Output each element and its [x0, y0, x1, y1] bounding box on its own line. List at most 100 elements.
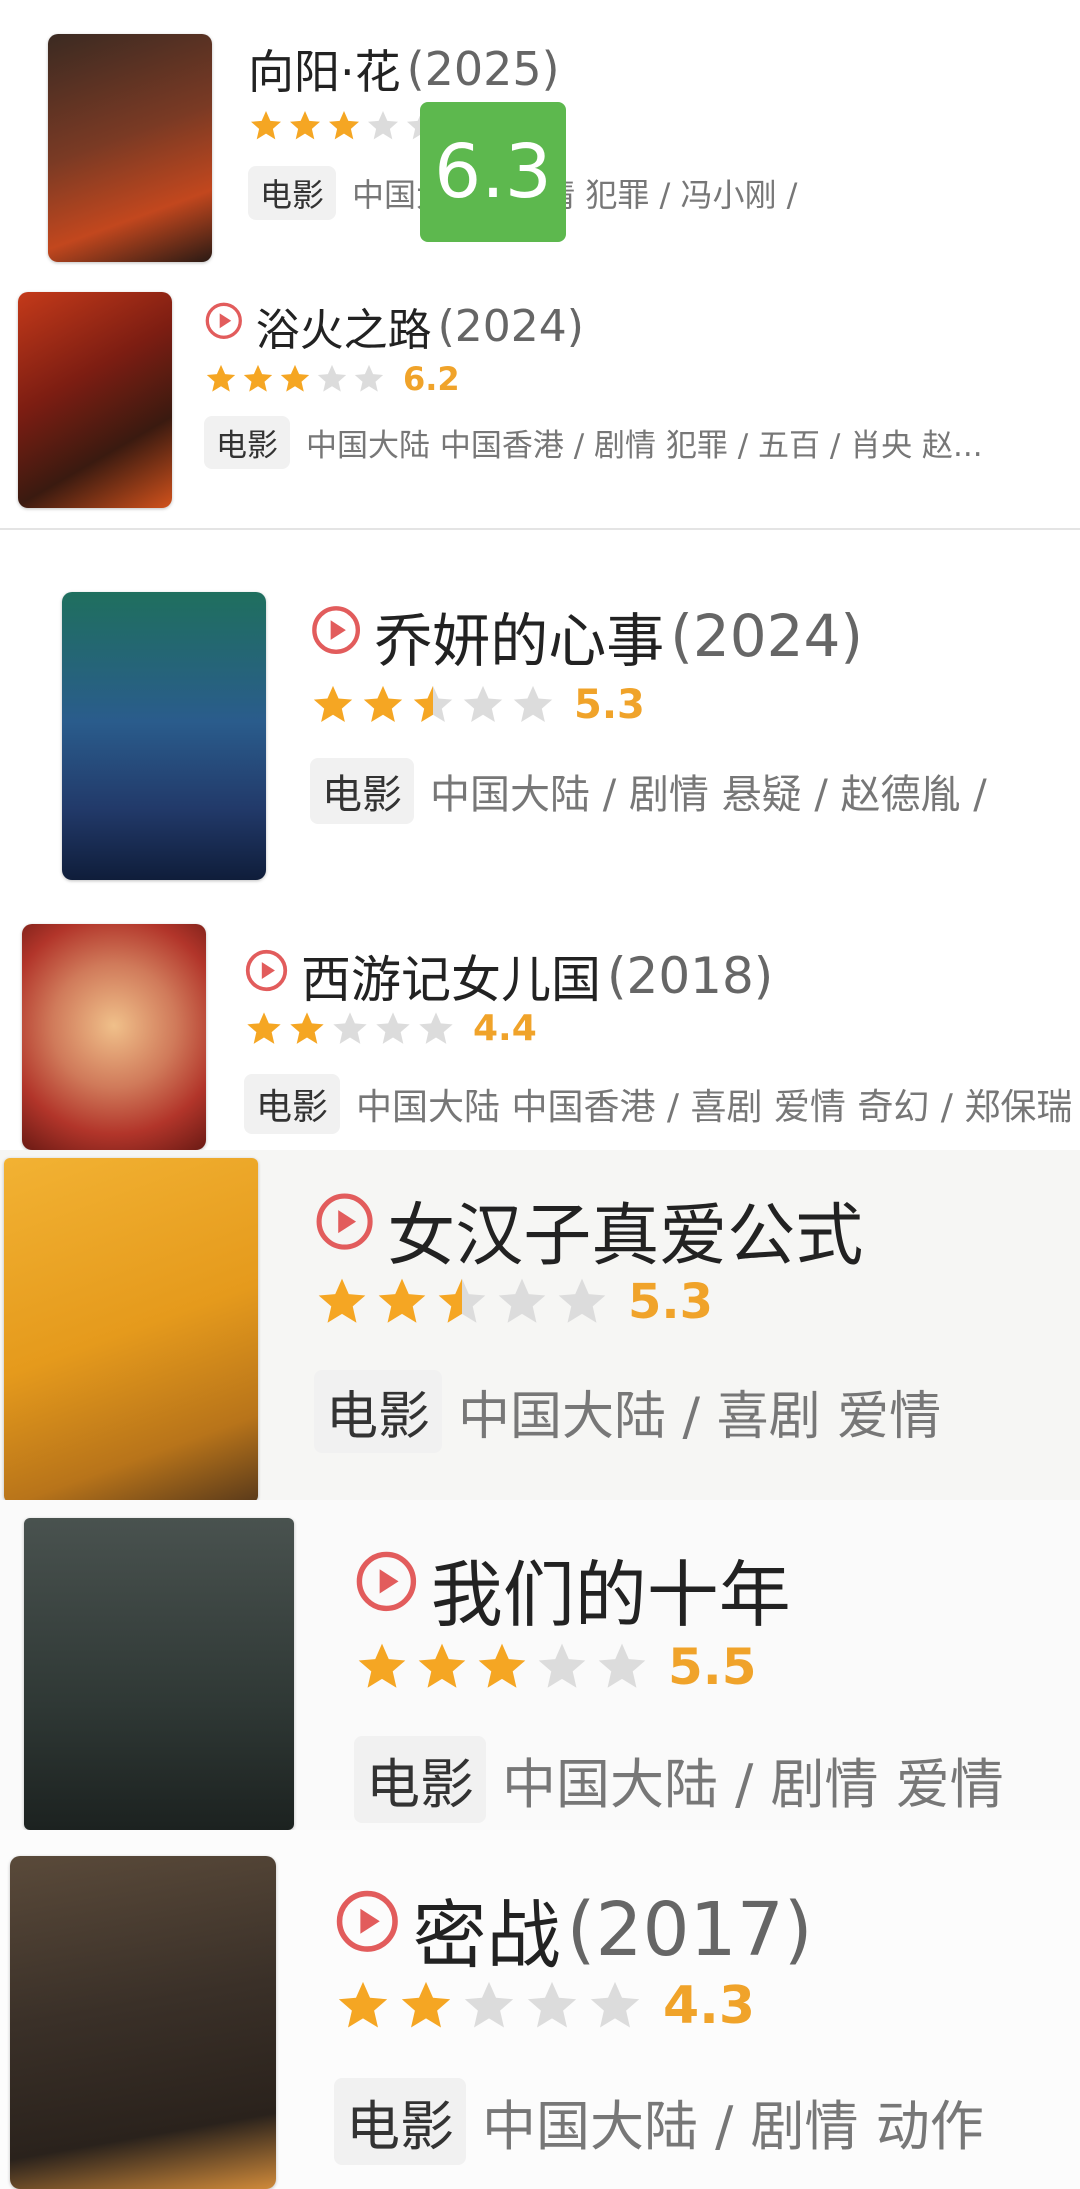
- play-icon[interactable]: [310, 602, 362, 670]
- star-icon: [419, 1011, 453, 1044]
- type-badge: 电影: [204, 416, 290, 469]
- rating-score: 5.3: [574, 682, 645, 728]
- type-badge: 电影: [244, 1074, 341, 1134]
- star-icon: [438, 1278, 486, 1323]
- rating-score: 6.2: [403, 360, 460, 398]
- movie-poster[interactable]: [22, 924, 206, 1150]
- star-icon: [368, 111, 398, 140]
- movie-year: (2017): [566, 1886, 813, 1973]
- rating-row: 5.3: [314, 1274, 713, 1330]
- star-icon: [243, 364, 273, 392]
- type-badge: 电影: [314, 1370, 443, 1453]
- movie-meta: 中国大陆 / 剧情 犯罪 / 冯小刚 /: [352, 176, 798, 214]
- section-divider: [0, 528, 1080, 530]
- movie-meta: 中国大陆 / 剧情 动作: [482, 2095, 984, 2158]
- movie-card[interactable]: 西游记女儿国 (2018) 4.4 电影 中国大陆 中国香港 / 喜剧 爱情 奇…: [0, 910, 1080, 1150]
- movie-meta-row: 电影 中国大陆 / 剧情 爱情: [354, 1736, 1004, 1823]
- star-icon: [401, 1981, 451, 2028]
- star-rating: [244, 1009, 459, 1049]
- star-icon: [513, 685, 553, 723]
- movie-poster[interactable]: [18, 292, 172, 508]
- type-badge: 电影: [248, 166, 337, 220]
- rating-score: 4.4: [473, 1008, 537, 1049]
- rating-row: 6.2: [204, 360, 460, 398]
- play-icon[interactable]: [244, 947, 289, 1005]
- play-icon[interactable]: [204, 301, 244, 352]
- movie-title-row[interactable]: 我们的十年: [354, 1536, 797, 1641]
- star-icon: [280, 364, 310, 392]
- movie-card[interactable]: 密战 (2017) 4.3 电影 中国大陆 / 剧情 动作: [0, 1830, 1080, 2189]
- movie-poster[interactable]: [24, 1518, 294, 1830]
- movie-title-row[interactable]: 乔妍的心事 (2024): [310, 594, 863, 678]
- movie-year: (2025): [406, 42, 560, 96]
- movie-year: (2024): [670, 602, 864, 670]
- movie-title: 乔妍的心事: [374, 607, 665, 675]
- movie-meta: 中国大陆 / 剧情 悬疑 / 赵德胤 /: [430, 772, 987, 818]
- movie-title: 向阳·花: [248, 45, 401, 99]
- movie-poster[interactable]: [10, 1856, 276, 2189]
- movie-poster[interactable]: [62, 592, 266, 880]
- star-icon: [313, 685, 353, 723]
- movie-poster[interactable]: [4, 1158, 258, 1500]
- movie-title: 我们的十年: [430, 1553, 791, 1637]
- star-icon: [251, 111, 281, 140]
- star-rating: [354, 1639, 654, 1695]
- movie-year: (2018): [607, 947, 774, 1005]
- star-icon: [413, 685, 453, 723]
- movie-title-row[interactable]: 西游记女儿国 (2018): [244, 940, 773, 1012]
- movie-meta-row: 电影 中国大陆 / 喜剧 爱情: [314, 1370, 941, 1453]
- movie-meta: 中国大陆 中国香港 / 喜剧 爱情 奇幻 / 郑保瑞: [356, 1087, 1073, 1128]
- movie-poster[interactable]: [48, 34, 212, 262]
- star-icon: [318, 1278, 366, 1323]
- rating-score: 5.3: [628, 1274, 714, 1330]
- movie-title: 女汉子真爱公式: [387, 1197, 864, 1276]
- star-rating: [248, 108, 443, 144]
- star-icon: [317, 364, 347, 392]
- star-icon: [463, 685, 503, 723]
- rating-row: 4.3: [334, 1976, 755, 2036]
- rating-row: 4.4: [244, 1008, 537, 1049]
- movie-title-row[interactable]: 密战 (2017): [334, 1876, 813, 1983]
- play-icon[interactable]: [334, 1887, 401, 1973]
- movie-title-row[interactable]: 女汉子真爱公式: [314, 1180, 869, 1279]
- movie-title-row[interactable]: 浴火之路 (2024): [204, 294, 584, 358]
- movie-card[interactable]: 我们的十年 5.5 电影 中国大陆 / 剧情 爱情: [0, 1500, 1080, 1830]
- star-rating: [310, 682, 560, 728]
- movie-meta: 中国大陆 / 喜剧 爱情: [458, 1387, 942, 1447]
- rating-row: 5.3: [310, 682, 645, 728]
- star-icon: [464, 1981, 514, 2028]
- star-icon: [329, 111, 359, 140]
- movie-meta: 中国大陆 中国香港 / 剧情 犯罪 / 五百 / 肖央 赵...: [306, 428, 983, 464]
- movie-meta-row: 电影 中国大陆 中国香港 / 剧情 犯罪 / 五百 / 肖央 赵...: [204, 416, 983, 469]
- type-badge: 电影: [310, 758, 414, 824]
- movie-meta: 中国大陆 / 剧情 爱情: [502, 1753, 1004, 1816]
- rating-score: 5.5: [668, 1638, 757, 1696]
- star-icon: [363, 685, 403, 723]
- star-icon: [354, 364, 384, 392]
- movie-title-row[interactable]: 向阳·花 (2025): [248, 36, 560, 102]
- star-icon: [498, 1278, 546, 1323]
- star-icon: [538, 1643, 586, 1688]
- star-icon: [590, 1981, 640, 2028]
- play-icon[interactable]: [354, 1547, 419, 1631]
- star-icon: [206, 364, 236, 392]
- star-icon: [478, 1643, 526, 1688]
- movie-card[interactable]: 浴火之路 (2024) 6.2 电影 中国大陆 中国香港 / 剧情 犯罪 / 五…: [0, 280, 1080, 530]
- star-icon: [376, 1011, 410, 1044]
- star-rating: [204, 362, 389, 396]
- rating-row: 5.5: [354, 1638, 757, 1696]
- play-icon[interactable]: [314, 1190, 375, 1269]
- type-badge: 电影: [334, 2078, 466, 2165]
- star-icon: [558, 1278, 606, 1323]
- movie-title: 浴火之路: [255, 305, 432, 356]
- star-icon: [247, 1011, 281, 1044]
- rating-score: 4.3: [663, 1976, 756, 2036]
- movie-title: 密战: [412, 1893, 561, 1979]
- star-icon: [598, 1643, 646, 1688]
- movie-meta-row: 电影 中国大陆 / 剧情 动作: [334, 2078, 984, 2165]
- movie-card[interactable]: 乔妍的心事 (2024) 5.3 电影 中国大陆 / 剧情 悬疑 / 赵德胤 /: [0, 560, 1080, 890]
- movie-card[interactable]: 女汉子真爱公式 5.3 电影 中国大陆 / 喜剧 爱情: [0, 1150, 1080, 1500]
- star-icon: [358, 1643, 406, 1688]
- star-icon: [378, 1278, 426, 1323]
- star-icon: [338, 1981, 388, 2028]
